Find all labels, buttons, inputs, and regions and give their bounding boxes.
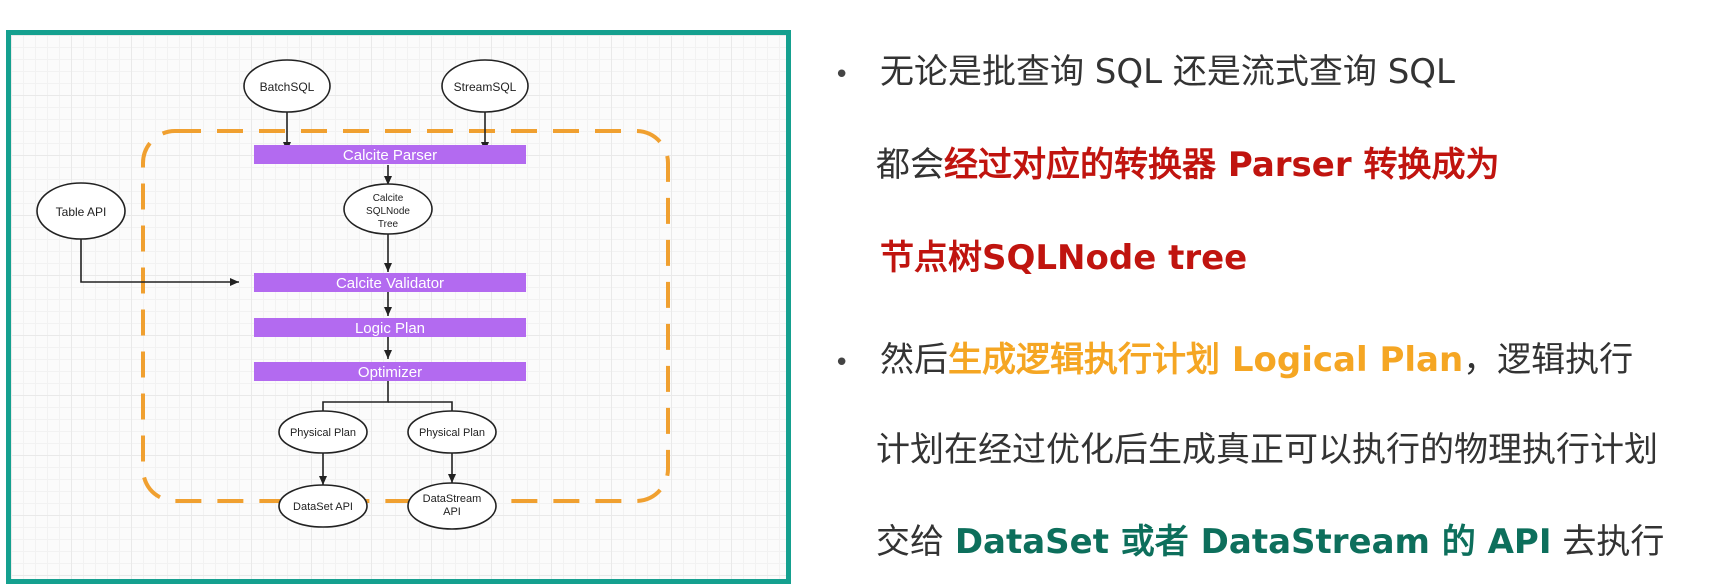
bullet-1-text-2a: 都会 — [876, 145, 944, 185]
bullet-text-panel: • 无论是批查询 SQL 还是流式查询 SQL 都会经过对应的转换器 Parse… — [830, 0, 1710, 585]
bullet-dot-2: • — [834, 348, 850, 378]
bullet-2-text-3a: 交给 — [876, 522, 955, 562]
diagram-frame: Calcite Parser Calcite Validator Logic P… — [6, 30, 791, 584]
bar-optimizer: Optimizer — [254, 362, 526, 381]
svg-text:SQLNode: SQLNode — [366, 206, 410, 217]
bullet-2-highlight-api: DataSet 或者 DataStream 的 API — [954, 522, 1552, 562]
bullet-2-line-3: 交给 DataSet 或者 DataStream 的 API 去执行 — [876, 525, 1664, 559]
node-dataset-api: DataSet API — [278, 484, 368, 528]
svg-text:DataStream: DataStream — [423, 493, 482, 505]
bullet-dot-1: • — [834, 60, 850, 90]
bullet-1-line-3: 节点树SQLNode tree — [880, 241, 1247, 275]
bullet-2-text-2: 计划在经过优化后生成真正可以执行的物理执行计划 — [876, 430, 1658, 470]
node-sqlnode-tree: Calcite SQLNode Tree — [343, 183, 433, 235]
svg-text:BatchSQL: BatchSQL — [260, 80, 315, 94]
flink-sql-pipeline-diagram: Calcite Parser Calcite Validator Logic P… — [36, 59, 670, 530]
svg-text:API: API — [443, 506, 461, 518]
svg-text:Calcite: Calcite — [373, 193, 404, 204]
svg-text:Physical Plan: Physical Plan — [290, 427, 356, 439]
bullet-2-line-1: 然后生成逻辑执行计划 Logical Plan，逻辑执行 — [880, 343, 1633, 377]
svg-text:Logic Plan: Logic Plan — [355, 320, 425, 337]
svg-text:DataSet API: DataSet API — [293, 501, 353, 513]
svg-text:Physical Plan: Physical Plan — [419, 427, 485, 439]
bullet-1-highlight-sqlnode: 节点树SQLNode tree — [880, 238, 1248, 278]
bullet-2-highlight-logical-plan: 生成逻辑执行计划 Logical Plan — [948, 340, 1464, 380]
svg-text:StreamSQL: StreamSQL — [454, 80, 517, 94]
svg-text:Table API: Table API — [56, 205, 107, 219]
bullet-1-text-1: 无论是批查询 SQL 还是流式查询 SQL — [880, 52, 1455, 92]
svg-text:Tree: Tree — [378, 219, 399, 230]
node-physical-plan-1: Physical Plan — [278, 410, 368, 454]
bullet-2-text-3c: 去执行 — [1551, 522, 1665, 562]
node-physical-plan-2: Physical Plan — [407, 410, 497, 454]
bullet-1-line-2: 都会经过对应的转换器 Parser 转换成为 — [876, 148, 1499, 182]
svg-text:Calcite Parser: Calcite Parser — [343, 147, 437, 164]
node-batchsql: BatchSQL — [243, 59, 331, 113]
bar-calcite-parser: Calcite Parser — [254, 145, 526, 164]
bullet-1-highlight-parser: 经过对应的转换器 Parser 转换成为 — [944, 145, 1500, 185]
bullet-2-line-2: 计划在经过优化后生成真正可以执行的物理执行计划 — [876, 433, 1658, 467]
svg-text:Calcite Validator: Calcite Validator — [336, 275, 444, 292]
bullet-2-text-1c: ，逻辑执行 — [1463, 340, 1634, 380]
bar-calcite-validator: Calcite Validator — [254, 273, 526, 292]
node-datastream-api: DataStream API — [407, 482, 497, 530]
svg-text:Optimizer: Optimizer — [358, 364, 422, 381]
node-table-api: Table API — [36, 182, 126, 240]
bullet-2-text-1a: 然后 — [880, 340, 948, 380]
bar-logic-plan: Logic Plan — [254, 318, 526, 337]
node-streamsql: StreamSQL — [441, 59, 529, 113]
bullet-1-line-1: 无论是批查询 SQL 还是流式查询 SQL — [880, 55, 1455, 89]
